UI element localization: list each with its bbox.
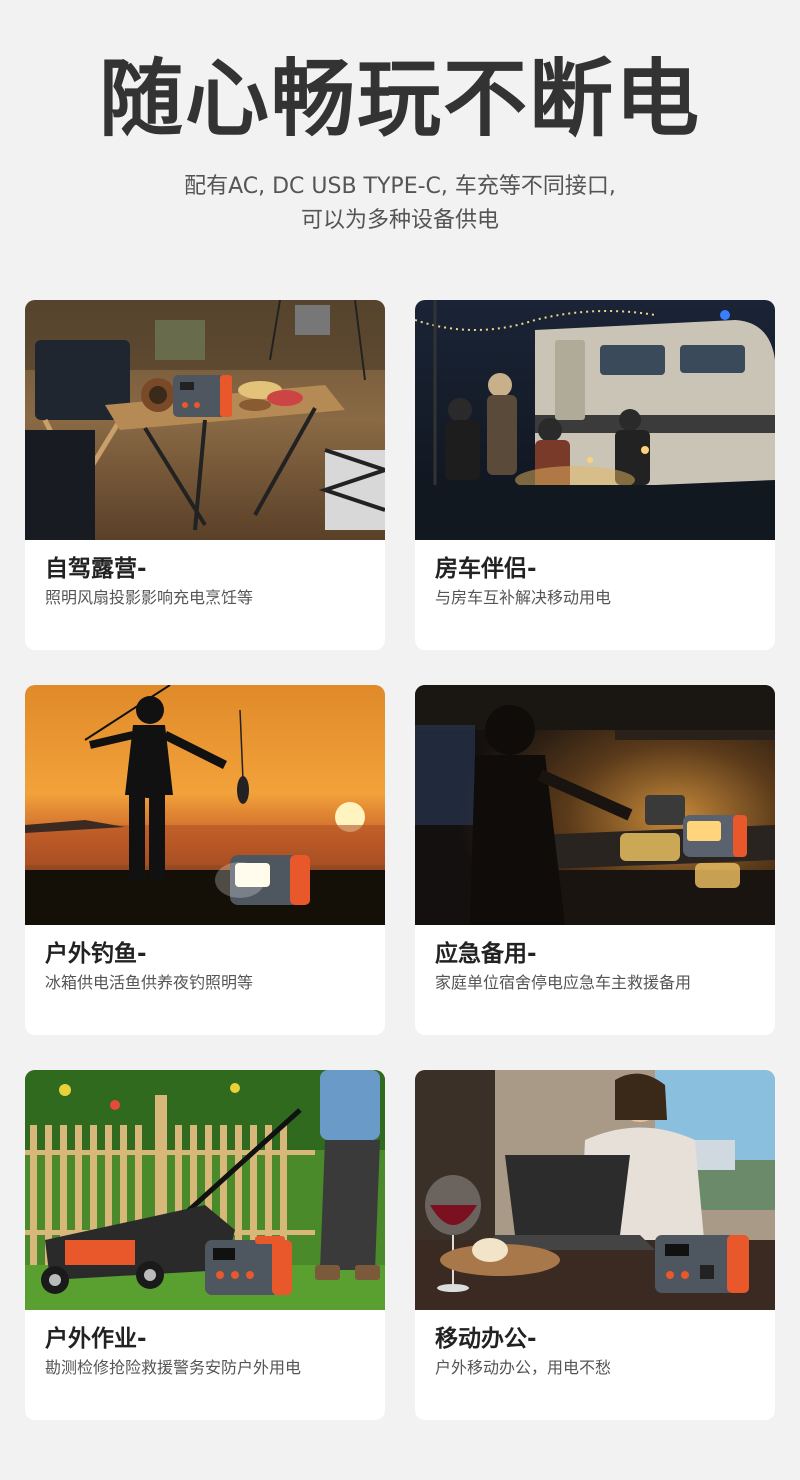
outdoor-work-photo (25, 1070, 385, 1310)
card-title: 户外作业- (45, 1326, 147, 1352)
scenario-card-outdoor-work: 户外作业- 勘测检修抢险救援警务安防户外用电 (25, 1070, 385, 1420)
card-title: 自驾露营- (45, 556, 147, 582)
card-description: 勘测检修抢险救援警务安防户外用电 (45, 1358, 302, 1377)
card-title: 应急备用- (435, 941, 537, 967)
subtitle-line-1: 配有AC, DC USB TYPE-C, 车充等不同接口, (184, 174, 616, 199)
card-description: 与房车互补解决移动用电 (435, 588, 612, 607)
card-description: 照明风扇投影影响充电烹饪等 (45, 588, 254, 607)
card-description: 冰箱供电活鱼供养夜钓照明等 (45, 973, 254, 992)
subtitle-line-2: 可以为多种设备供电 (300, 208, 499, 233)
fishing-photo (25, 685, 385, 925)
scenario-card-rv: 房车伴侣- 与房车互补解决移动用电 (415, 300, 775, 650)
card-title: 移动办公- (435, 1326, 537, 1352)
scenario-card-emergency: 应急备用- 家庭单位宿舍停电应急车主救援备用 (415, 685, 775, 1035)
scenario-card-camping: 自驾露营- 照明风扇投影影响充电烹饪等 (25, 300, 385, 650)
rv-photo (415, 300, 775, 540)
hero-section: 随心畅玩不断电 配有AC, DC USB TYPE-C, 车充等不同接口, 可以… (0, 0, 800, 300)
scenario-card-fishing: 户外钓鱼- 冰箱供电活鱼供养夜钓照明等 (25, 685, 385, 1035)
card-title: 房车伴侣- (435, 556, 537, 582)
scenario-card-mobile-office: 移动办公- 户外移动办公，用电不愁 (415, 1070, 775, 1420)
card-title: 户外钓鱼- (45, 941, 147, 967)
mobile-office-photo (415, 1070, 775, 1310)
page-headline: 随心畅玩不断电 (98, 50, 701, 148)
card-description: 户外移动办公，用电不愁 (435, 1358, 612, 1377)
emergency-photo (415, 685, 775, 925)
card-description: 家庭单位宿舍停电应急车主救援备用 (435, 973, 692, 992)
camping-photo (25, 300, 385, 540)
